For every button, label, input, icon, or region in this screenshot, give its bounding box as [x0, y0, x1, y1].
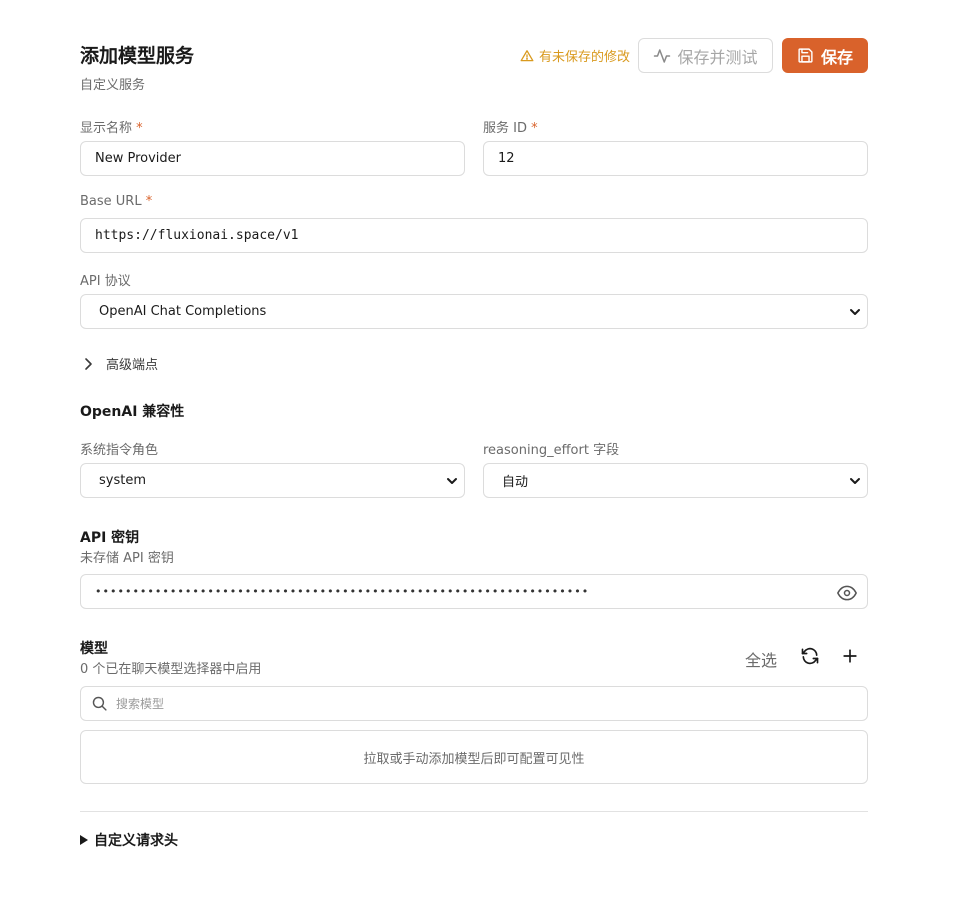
- select-all-button[interactable]: 全选: [745, 647, 777, 671]
- page-subtitle: 自定义服务: [80, 78, 146, 93]
- api-protocol-select[interactable]: OpenAI Chat Completions: [80, 294, 868, 329]
- base-url-input[interactable]: https://fluxionai.space/v1: [80, 218, 868, 253]
- save-and-test-label: 保存并测试: [677, 47, 758, 67]
- reasoning-effort-select[interactable]: 自动: [483, 463, 868, 498]
- model-search: [80, 686, 868, 721]
- models-subtitle: 0 个已在聊天模型选择器中启用: [80, 662, 262, 677]
- openai-compat-heading: OpenAI 兼容性: [80, 404, 185, 420]
- chevron-right-icon: [85, 357, 92, 370]
- display-name-input[interactable]: New Provider: [80, 141, 465, 176]
- save-button[interactable]: 保存: [782, 38, 868, 73]
- models-heading: 模型: [80, 641, 108, 657]
- unsaved-notice: 有未保存的修改: [520, 46, 630, 65]
- required-marker: *: [136, 121, 143, 136]
- api-key-heading: API 密钥: [80, 530, 140, 546]
- chevron-down-icon: [447, 478, 457, 484]
- api-protocol-label: API 协议: [80, 274, 131, 289]
- disclosure-triangle-icon: [80, 835, 88, 845]
- system-role-label: 系统指令角色: [80, 443, 159, 458]
- floppy-disk-icon: [798, 48, 813, 63]
- custom-headers-label: 自定义请求头: [94, 833, 178, 849]
- chevron-down-icon: [850, 309, 860, 315]
- required-marker: *: [531, 121, 538, 136]
- custom-headers-toggle[interactable]: 自定义请求头: [80, 830, 178, 850]
- chevron-down-icon: [850, 478, 860, 484]
- model-search-input[interactable]: [116, 696, 816, 711]
- api-key-masked-value: ••••••••••••••••••••••••••••••••••••••••…: [95, 585, 590, 598]
- save-and-test-button[interactable]: 保存并测试: [638, 38, 773, 73]
- service-id-input[interactable]: 12: [483, 141, 868, 176]
- api-key-subtitle: 未存储 API 密钥: [80, 551, 174, 566]
- required-marker: *: [145, 194, 153, 209]
- advanced-endpoints-label: 高级端点: [106, 358, 159, 373]
- advanced-endpoints-toggle[interactable]: 高级端点: [80, 354, 158, 373]
- display-name-label: 显示名称 *: [80, 121, 143, 136]
- activity-icon: [654, 48, 671, 63]
- models-empty-state: 拉取或手动添加模型后即可配置可见性: [80, 730, 868, 784]
- unsaved-notice-text: 有未保存的修改: [538, 50, 630, 65]
- search-icon: [92, 696, 107, 711]
- base-url-label: Base URL *: [80, 194, 153, 209]
- section-divider: [80, 811, 868, 812]
- warning-icon: [520, 49, 534, 61]
- system-role-select[interactable]: system: [80, 463, 465, 498]
- reasoning-effort-label: reasoning_effort 字段: [483, 443, 620, 458]
- service-id-label: 服务 ID *: [483, 121, 538, 136]
- refresh-icon[interactable]: [800, 646, 820, 666]
- page-header: 添加模型服务 自定义服务 有未保存的修改 保存并测试 保存: [80, 38, 868, 98]
- page-title: 添加模型服务: [80, 45, 195, 67]
- save-label: 保存: [820, 47, 853, 67]
- eye-icon[interactable]: [837, 585, 857, 601]
- api-key-input[interactable]: ••••••••••••••••••••••••••••••••••••••••…: [80, 574, 868, 609]
- plus-icon[interactable]: [840, 646, 860, 666]
